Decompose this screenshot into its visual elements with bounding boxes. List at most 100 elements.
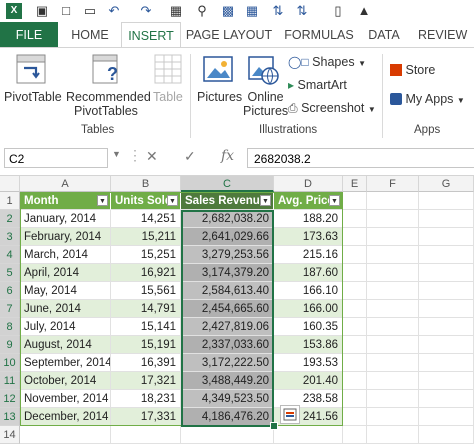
- row-header[interactable]: 2: [0, 210, 20, 228]
- table-cell[interactable]: November, 2014: [20, 390, 111, 408]
- clipboard-icon[interactable]: ▯: [330, 3, 346, 19]
- table-cell[interactable]: 2,682,038.20: [181, 210, 274, 228]
- table-cell[interactable]: 3,174,379.20: [181, 264, 274, 282]
- empty-cell[interactable]: [367, 426, 419, 444]
- empty-cell[interactable]: [20, 426, 111, 444]
- row-header[interactable]: 1: [0, 192, 20, 210]
- empty-cell[interactable]: [367, 246, 419, 264]
- table-cell[interactable]: October, 2014: [20, 372, 111, 390]
- table-cell[interactable]: 153.86: [274, 336, 343, 354]
- sort-ascending-icon[interactable]: ⇅: [270, 3, 286, 19]
- table-cell[interactable]: June, 2014: [20, 300, 111, 318]
- empty-cell[interactable]: [343, 210, 367, 228]
- tab-home[interactable]: HOME: [60, 22, 120, 48]
- empty-cell[interactable]: [419, 192, 474, 210]
- table-header-cell[interactable]: Month ▼: [20, 192, 111, 210]
- empty-cell[interactable]: [419, 336, 474, 354]
- table-cell[interactable]: 2,454,665.60: [181, 300, 274, 318]
- row-header[interactable]: 7: [0, 300, 20, 318]
- empty-cell[interactable]: [343, 228, 367, 246]
- table-cell[interactable]: 17,321: [111, 372, 181, 390]
- empty-cell[interactable]: [343, 408, 367, 426]
- empty-cell[interactable]: [367, 192, 419, 210]
- enter-icon[interactable]: ✓: [184, 148, 196, 165]
- tab-formulas[interactable]: FORMULAS: [280, 22, 358, 48]
- filter-dropdown-icon[interactable]: ▼: [329, 195, 340, 206]
- row-header[interactable]: 8: [0, 318, 20, 336]
- empty-cell[interactable]: [367, 336, 419, 354]
- column-header-c[interactable]: C: [181, 176, 274, 192]
- column-header-b[interactable]: B: [111, 176, 181, 192]
- table-cell[interactable]: 14,251: [111, 210, 181, 228]
- table-cell[interactable]: 15,561: [111, 282, 181, 300]
- empty-cell[interactable]: [367, 228, 419, 246]
- table-header-cell[interactable]: Units Sold ▼: [111, 192, 181, 210]
- empty-cell[interactable]: [343, 282, 367, 300]
- row-header[interactable]: 13: [0, 408, 20, 426]
- tab-review[interactable]: REVIEW: [412, 22, 474, 48]
- redo-icon[interactable]: ↷: [138, 3, 154, 19]
- empty-cell[interactable]: [181, 426, 274, 444]
- empty-cell[interactable]: [367, 408, 419, 426]
- row-header[interactable]: 3: [0, 228, 20, 246]
- smartart-button[interactable]: ▸ SmartArt: [288, 78, 347, 92]
- table-cell[interactable]: 16,391: [111, 354, 181, 372]
- empty-cell[interactable]: [367, 300, 419, 318]
- table-cell[interactable]: 187.60: [274, 264, 343, 282]
- row-header[interactable]: 10: [0, 354, 20, 372]
- save-icon[interactable]: ▣: [34, 3, 50, 19]
- empty-cell[interactable]: [419, 210, 474, 228]
- my-apps-button[interactable]: My Apps ▼: [390, 92, 465, 106]
- row-header[interactable]: 14: [0, 426, 20, 444]
- table-cell[interactable]: July, 2014: [20, 318, 111, 336]
- table-cell[interactable]: December, 2014: [20, 408, 111, 426]
- table-cell[interactable]: 2,427,819.06: [181, 318, 274, 336]
- column-header-g[interactable]: G: [419, 176, 474, 192]
- empty-cell[interactable]: [367, 372, 419, 390]
- empty-cell[interactable]: [419, 390, 474, 408]
- tab-file[interactable]: FILE: [0, 22, 58, 48]
- table-cell[interactable]: 160.35: [274, 318, 343, 336]
- empty-cell[interactable]: [343, 264, 367, 282]
- open-icon[interactable]: ▭: [82, 3, 98, 19]
- table-cell[interactable]: 15,211: [111, 228, 181, 246]
- empty-cell[interactable]: [419, 300, 474, 318]
- row-header[interactable]: 6: [0, 282, 20, 300]
- table-cell[interactable]: 2,641,029.66: [181, 228, 274, 246]
- empty-cell[interactable]: [419, 246, 474, 264]
- filter-dropdown-icon[interactable]: ▼: [97, 195, 108, 206]
- empty-cell[interactable]: [419, 282, 474, 300]
- table-icon[interactable]: ▦: [244, 3, 260, 19]
- empty-cell[interactable]: [419, 228, 474, 246]
- empty-cell[interactable]: [111, 426, 181, 444]
- name-box[interactable]: C2: [4, 148, 108, 168]
- empty-cell[interactable]: [343, 372, 367, 390]
- empty-cell[interactable]: [419, 372, 474, 390]
- tab-page-layout[interactable]: PAGE LAYOUT: [180, 22, 278, 48]
- recommended-pivottables-button[interactable]: Recommended PivotTables: [66, 90, 151, 118]
- empty-cell[interactable]: [343, 318, 367, 336]
- cancel-icon[interactable]: ✕: [146, 148, 158, 165]
- pivottable-button[interactable]: PivotTable: [4, 90, 62, 104]
- empty-cell[interactable]: [419, 408, 474, 426]
- table-cell[interactable]: 3,279,253.56: [181, 246, 274, 264]
- empty-cell[interactable]: [367, 354, 419, 372]
- row-header[interactable]: 11: [0, 372, 20, 390]
- select-all-corner[interactable]: [0, 176, 20, 192]
- table-cell[interactable]: 188.20: [274, 210, 343, 228]
- table-cell[interactable]: February, 2014: [20, 228, 111, 246]
- table-cell[interactable]: 4,349,523.50: [181, 390, 274, 408]
- column-header-a[interactable]: A: [20, 176, 111, 192]
- empty-cell[interactable]: [367, 210, 419, 228]
- table-cell[interactable]: May, 2014: [20, 282, 111, 300]
- print-preview-icon[interactable]: ▦: [168, 3, 184, 19]
- row-header[interactable]: 9: [0, 336, 20, 354]
- column-header-f[interactable]: F: [367, 176, 419, 192]
- table-cell[interactable]: 2,584,613.40: [181, 282, 274, 300]
- screenshot-button[interactable]: ⎙ Screenshot ▼: [288, 101, 376, 116]
- table-cell[interactable]: 15,141: [111, 318, 181, 336]
- filter-dropdown-icon[interactable]: ▼: [167, 195, 178, 206]
- table-cell[interactable]: 2,337,033.60: [181, 336, 274, 354]
- table-cell[interactable]: 16,921: [111, 264, 181, 282]
- formula-input[interactable]: 2682038.2: [247, 148, 474, 168]
